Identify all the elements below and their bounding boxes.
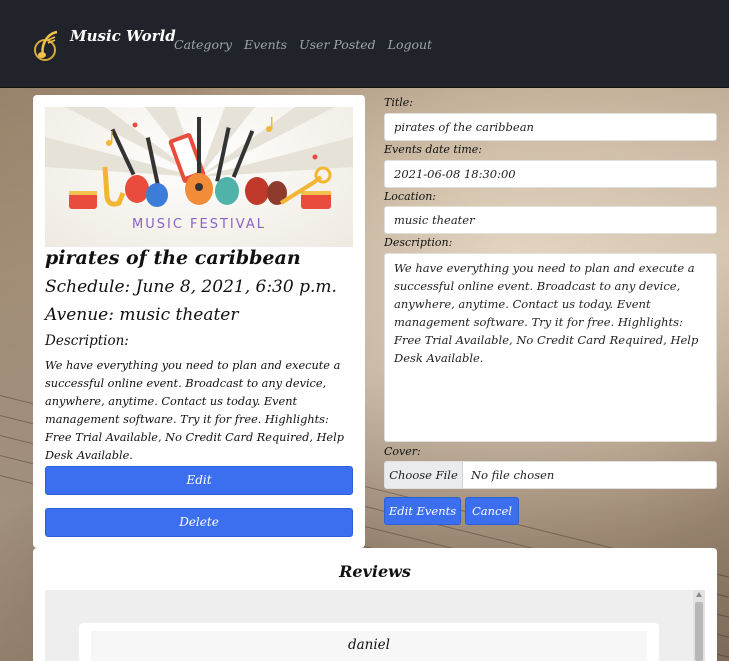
reviews-scrollbar[interactable] xyxy=(693,590,705,661)
cover-label: Cover: xyxy=(384,445,421,458)
nav-link-logout[interactable]: Logout xyxy=(388,37,432,52)
nav-links: Category Events User Posted Logout xyxy=(174,37,432,52)
location-input[interactable]: music theater xyxy=(384,206,717,234)
description-textarea[interactable]: We have everything you need to plan and … xyxy=(384,253,717,442)
choose-file-button[interactable]: Choose File xyxy=(385,462,463,488)
reviews-list[interactable]: daniel xyxy=(45,590,705,661)
datetime-label: Events date time: xyxy=(384,143,483,156)
nav-link-user-posted[interactable]: User Posted xyxy=(299,37,376,52)
reviews-section: Reviews daniel xyxy=(33,548,717,661)
review-author: daniel xyxy=(347,637,390,653)
description-label: Description: xyxy=(384,236,453,249)
datetime-input[interactable]: 2021-06-08 18:30:00 xyxy=(384,160,717,188)
edit-button[interactable]: Edit xyxy=(45,466,353,495)
cancel-button[interactable]: Cancel xyxy=(465,497,519,525)
title-input[interactable]: pirates of the caribbean xyxy=(384,113,717,141)
navbar: Music World Category Events User Posted … xyxy=(0,0,729,88)
event-description-label: Description: xyxy=(45,333,129,349)
title-label: Title: xyxy=(384,96,414,109)
event-poster-image: MUSIC FESTIVAL xyxy=(45,107,353,247)
reviews-title: Reviews xyxy=(339,562,411,581)
file-status-text: No file chosen xyxy=(471,468,555,482)
review-header: daniel xyxy=(91,631,647,661)
delete-button[interactable]: Delete xyxy=(45,508,353,537)
brand-name[interactable]: Music World xyxy=(70,27,176,45)
scrollbar-thumb[interactable] xyxy=(695,602,703,661)
event-venue: Avenue: music theater xyxy=(45,305,239,325)
nav-link-category[interactable]: Category xyxy=(174,37,232,52)
location-label: Location: xyxy=(384,190,436,203)
cover-file-input[interactable]: Choose File No file chosen xyxy=(384,461,717,489)
poster-caption: MUSIC FESTIVAL xyxy=(132,217,266,232)
music-note-logo-icon[interactable] xyxy=(33,28,63,64)
event-schedule: Schedule: June 8, 2021, 6:30 p.m. xyxy=(45,277,337,297)
event-title: pirates of the caribbean xyxy=(45,247,301,269)
review-card: daniel xyxy=(79,623,659,661)
event-detail-card: MUSIC FESTIVAL pirates of the caribbean … xyxy=(33,95,365,548)
edit-events-button[interactable]: Edit Events xyxy=(384,497,461,525)
scroll-up-arrow-icon[interactable] xyxy=(696,592,702,597)
event-description: We have everything you need to plan and … xyxy=(45,359,344,462)
nav-link-events[interactable]: Events xyxy=(244,37,287,52)
